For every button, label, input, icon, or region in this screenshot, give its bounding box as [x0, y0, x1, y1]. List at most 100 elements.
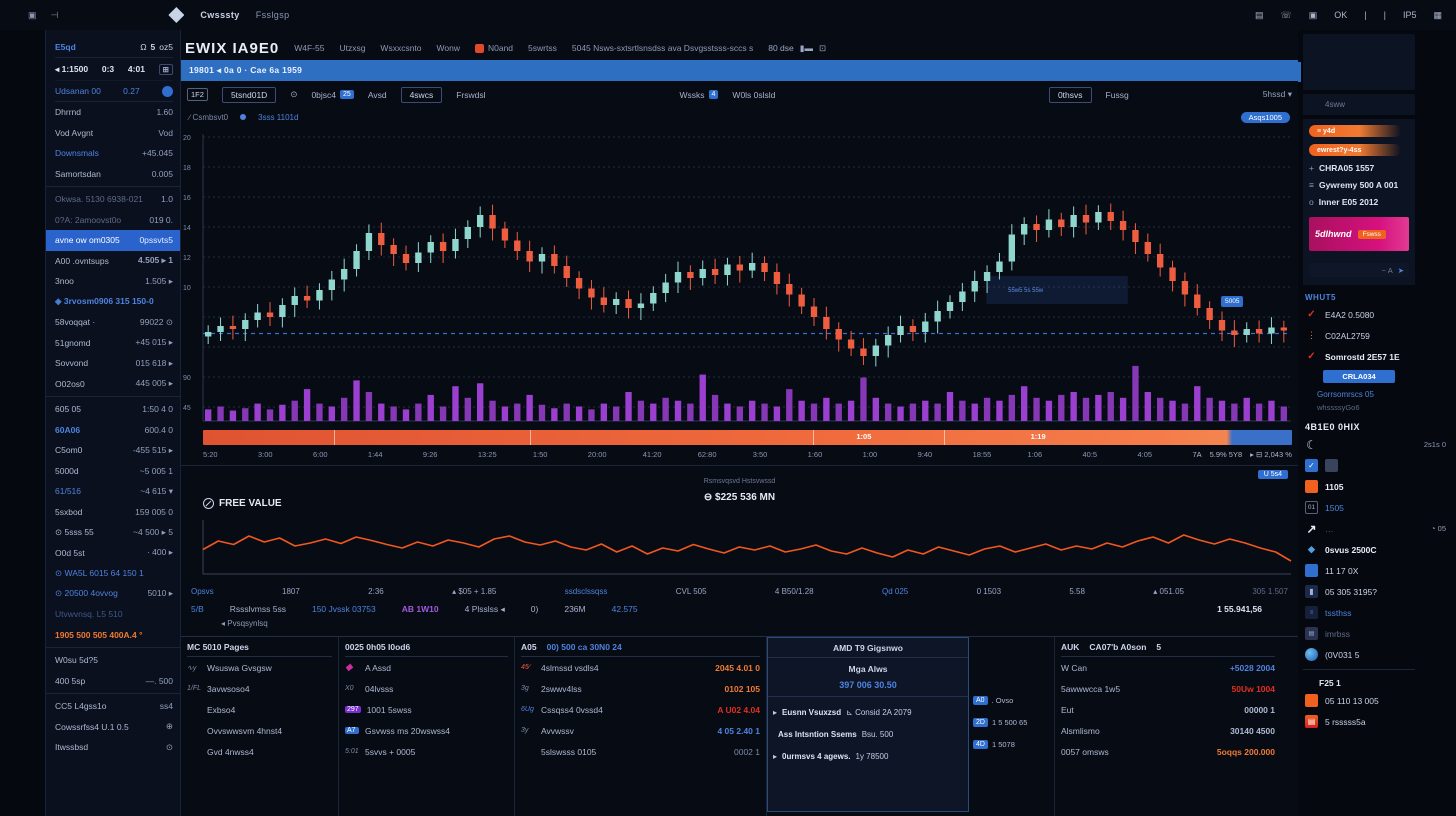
panel-row[interactable]: ✓: [1303, 455, 1454, 476]
highlight-row[interactable]: ▸Eusnn Vsuxzsd⊾ Consid 2A 2079: [768, 701, 968, 723]
watchlist-row[interactable]: 0?A: 2amoovst0o019 0.: [55, 210, 173, 231]
badge-row[interactable]: 4D1 5078: [973, 733, 1051, 755]
aiw-label[interactable]: 4sww: [1303, 94, 1415, 115]
toolbar-button[interactable]: 4swcs: [401, 87, 443, 103]
ok-label[interactable]: OK: [1334, 10, 1347, 20]
table-row[interactable]: 6UgCssqss4 0vssd4A U02 4.04: [521, 699, 760, 720]
panel-row[interactable]: ◆0svus 2500C: [1303, 539, 1454, 560]
highlight-row[interactable]: ▸0urmsvs 4 agews.1y 78500: [768, 745, 968, 767]
panel-row[interactable]: 1105: [1303, 476, 1454, 497]
watchlist-row[interactable]: 400 5sp—. 500: [55, 671, 173, 692]
toolbar-label[interactable]: Fussg: [1106, 90, 1129, 100]
sentiment-heatbar[interactable]: 1:051:19: [203, 430, 1292, 445]
nav-item[interactable]: W4F-55: [294, 43, 324, 53]
table-row[interactable]: 3yAvvwssv4 05 2.40 1: [521, 720, 760, 741]
panel-link[interactable]: Gorrsomrscs 05: [1303, 386, 1454, 401]
watchlist-row[interactable]: W0su 5d?5: [55, 650, 173, 671]
toolbar-label[interactable]: Avsd: [368, 90, 387, 100]
table-row[interactable]: A7Gsvwss ms 20wswss4: [345, 720, 508, 741]
ips-label[interactable]: IP5: [1403, 10, 1417, 20]
table-row[interactable]: Exbso4: [187, 699, 332, 720]
panel-row[interactable]: (0V031 5: [1303, 644, 1454, 665]
watchlist-row[interactable]: 1905 500 505 400A.4 °: [55, 625, 173, 646]
badge-row[interactable]: 2D1 5 500 65: [973, 711, 1051, 733]
panel-item[interactable]: oInner E05 2012: [1309, 197, 1409, 207]
account-name[interactable]: Udsanan 00: [55, 86, 101, 96]
watchlist-row[interactable]: 3noo1.505 ▸: [55, 271, 173, 292]
promo-banner[interactable]: 5dIhwndFswss: [1309, 217, 1409, 251]
panel-row[interactable]: ▤imrbss: [1303, 623, 1454, 644]
watchlist-row[interactable]: O02os0445 005 ▸: [55, 374, 173, 395]
panel-row[interactable]: ⋮C02AL2759: [1303, 325, 1454, 346]
watchlist-row[interactable]: Sovvond015 618 ▸: [55, 353, 173, 374]
toolbar-button[interactable]: 0thsvs: [1049, 87, 1092, 103]
nav-item[interactable]: Utzxsg: [339, 43, 365, 53]
toolbar-label[interactable]: Frswdsl: [456, 90, 485, 100]
watchlist-row[interactable]: O0d 5st· 400 ▸: [55, 543, 173, 564]
watchlist-row[interactable]: 5000d~5 005 1: [55, 461, 173, 482]
watchlist-row[interactable]: Vod AvgntVod: [55, 123, 173, 144]
watchlist-row[interactable]: A00 .ovntsups4.505 ▸ 1: [55, 251, 173, 272]
share-control[interactable]: 5hssd ▾: [1263, 89, 1292, 100]
watchlist-row[interactable]: Utvwvnsq. L5 510: [55, 604, 173, 625]
bar-chart-icon[interactable]: ▮▬: [800, 43, 813, 54]
watchlist-row[interactable]: ⊙ WA5L 6015 64 150 1: [55, 563, 173, 584]
panel-row[interactable]: ↗…◔ 05: [1303, 518, 1454, 539]
brand-menu-2[interactable]: Fsslgsp: [256, 10, 290, 20]
legend-pill-button[interactable]: Asqs1005: [1241, 112, 1290, 123]
watchlist-row[interactable]: Cowssrfss4 U.1 0.5⊕: [55, 717, 173, 738]
summary-row-2[interactable]: ◂ Pvsqsynlsq: [181, 619, 1298, 634]
panel-item[interactable]: +CHRA05 1557: [1309, 163, 1409, 173]
send-icon[interactable]: ➤: [1398, 266, 1404, 275]
watchlist-row[interactable]: 5sxbod159 005 0: [55, 502, 173, 523]
calendar-icon[interactable]: ⊡: [819, 43, 826, 54]
watchlist-row[interactable]: Downsmals+45.045: [55, 143, 173, 164]
watchlist-row[interactable]: 60A06600.4 0: [55, 420, 173, 441]
toolbar-label[interactable]: Wssks4: [679, 90, 718, 100]
candlestick-chart[interactable]: 201816141210904555w5 5s 55w 5005: [181, 126, 1298, 428]
promo-banner-button[interactable]: Fswss: [1358, 230, 1386, 239]
table-row[interactable]: ∿yWsuswa Gvsgsw: [187, 657, 332, 678]
window-control-icon[interactable]: ⊣: [51, 10, 59, 21]
grid-toggle-icon[interactable]: ⊞: [159, 64, 173, 75]
table-row[interactable]: Ovvswwsvm 4hnst4: [187, 720, 332, 741]
watchlist-row[interactable]: 61/516~4 615 ▾: [55, 481, 173, 502]
highlight-column[interactable]: AMD T9 GigsnwoMga Alws397 006 30.50▸Eusn…: [767, 637, 969, 812]
toolbar-icon[interactable]: ⊙: [290, 89, 297, 100]
watchlist-row[interactable]: Dhrrnd1.60: [55, 102, 173, 123]
table-row[interactable]: 0057 omsws5oqqs 200.000: [1061, 741, 1275, 762]
summary-item[interactable]: 42.575: [612, 604, 638, 614]
watchlist-row[interactable]: Samortsdan0.005: [55, 164, 173, 185]
panel-row[interactable]: ▮05 305 3195?: [1303, 581, 1454, 602]
table-row[interactable]: Gvd 4nwss4: [187, 741, 332, 762]
table-row[interactable]: Alsmlismo30140 4500: [1061, 720, 1275, 741]
watchlist-row[interactable]: C5om0-455 515 ▸: [55, 440, 173, 461]
interval-icon[interactable]: 1F2: [187, 88, 208, 101]
toolbar-button[interactable]: 5tsnd01D: [222, 87, 276, 103]
badge-row[interactable]: A0. Ovso: [973, 689, 1051, 711]
legend-asset[interactable]: 3sss 1101d: [258, 113, 298, 122]
table-row[interactable]: 5:015svvs + 0005: [345, 741, 508, 762]
summary-item[interactable]: 150 Jvssk 03753: [312, 604, 376, 614]
watchlist-row[interactable]: 605 051:50 4 0: [55, 399, 173, 420]
watchlist-row[interactable]: ⊙ 20500 4ovvog5010 ▸: [55, 584, 173, 605]
announcement-banner[interactable]: 19801 ◂ 0a 0 · Cae 6a 1959: [181, 60, 1298, 81]
table-row[interactable]: 1/FL3avwsoso4: [187, 678, 332, 699]
promo-pill-button[interactable]: ≡ y4d: [1309, 125, 1401, 137]
panel-row[interactable]: ✓Somrostd 2E57 1E: [1303, 346, 1454, 367]
table-row[interactable]: 45∕4slmssd vsdls42045 4.01 0: [521, 657, 760, 678]
watchlist-row[interactable]: Itwssbsd⊙: [55, 737, 173, 758]
legend-combined[interactable]: ∕ Csmbsvt0: [189, 113, 228, 122]
window-control-icon[interactable]: ▣: [28, 10, 37, 21]
table-row[interactable]: X004lvsss: [345, 678, 508, 699]
summary-item[interactable]: 5/B: [191, 604, 204, 614]
table-row[interactable]: 3g2swwv4lss0102 105: [521, 678, 760, 699]
nav-item[interactable]: N0and: [475, 43, 513, 53]
panel-row[interactable]: ▤5 rsssss5a: [1303, 711, 1454, 732]
panel-row[interactable]: 05 110 13 005: [1303, 690, 1454, 711]
nav-item[interactable]: 5swrtss: [528, 43, 557, 53]
nav-item[interactable]: Wsxxcsnto: [380, 43, 421, 53]
phone-icon[interactable]: ☏: [1280, 10, 1291, 21]
exchange-tab[interactable]: E5qd: [55, 42, 76, 52]
grid-icon[interactable]: ▦: [1433, 10, 1442, 21]
